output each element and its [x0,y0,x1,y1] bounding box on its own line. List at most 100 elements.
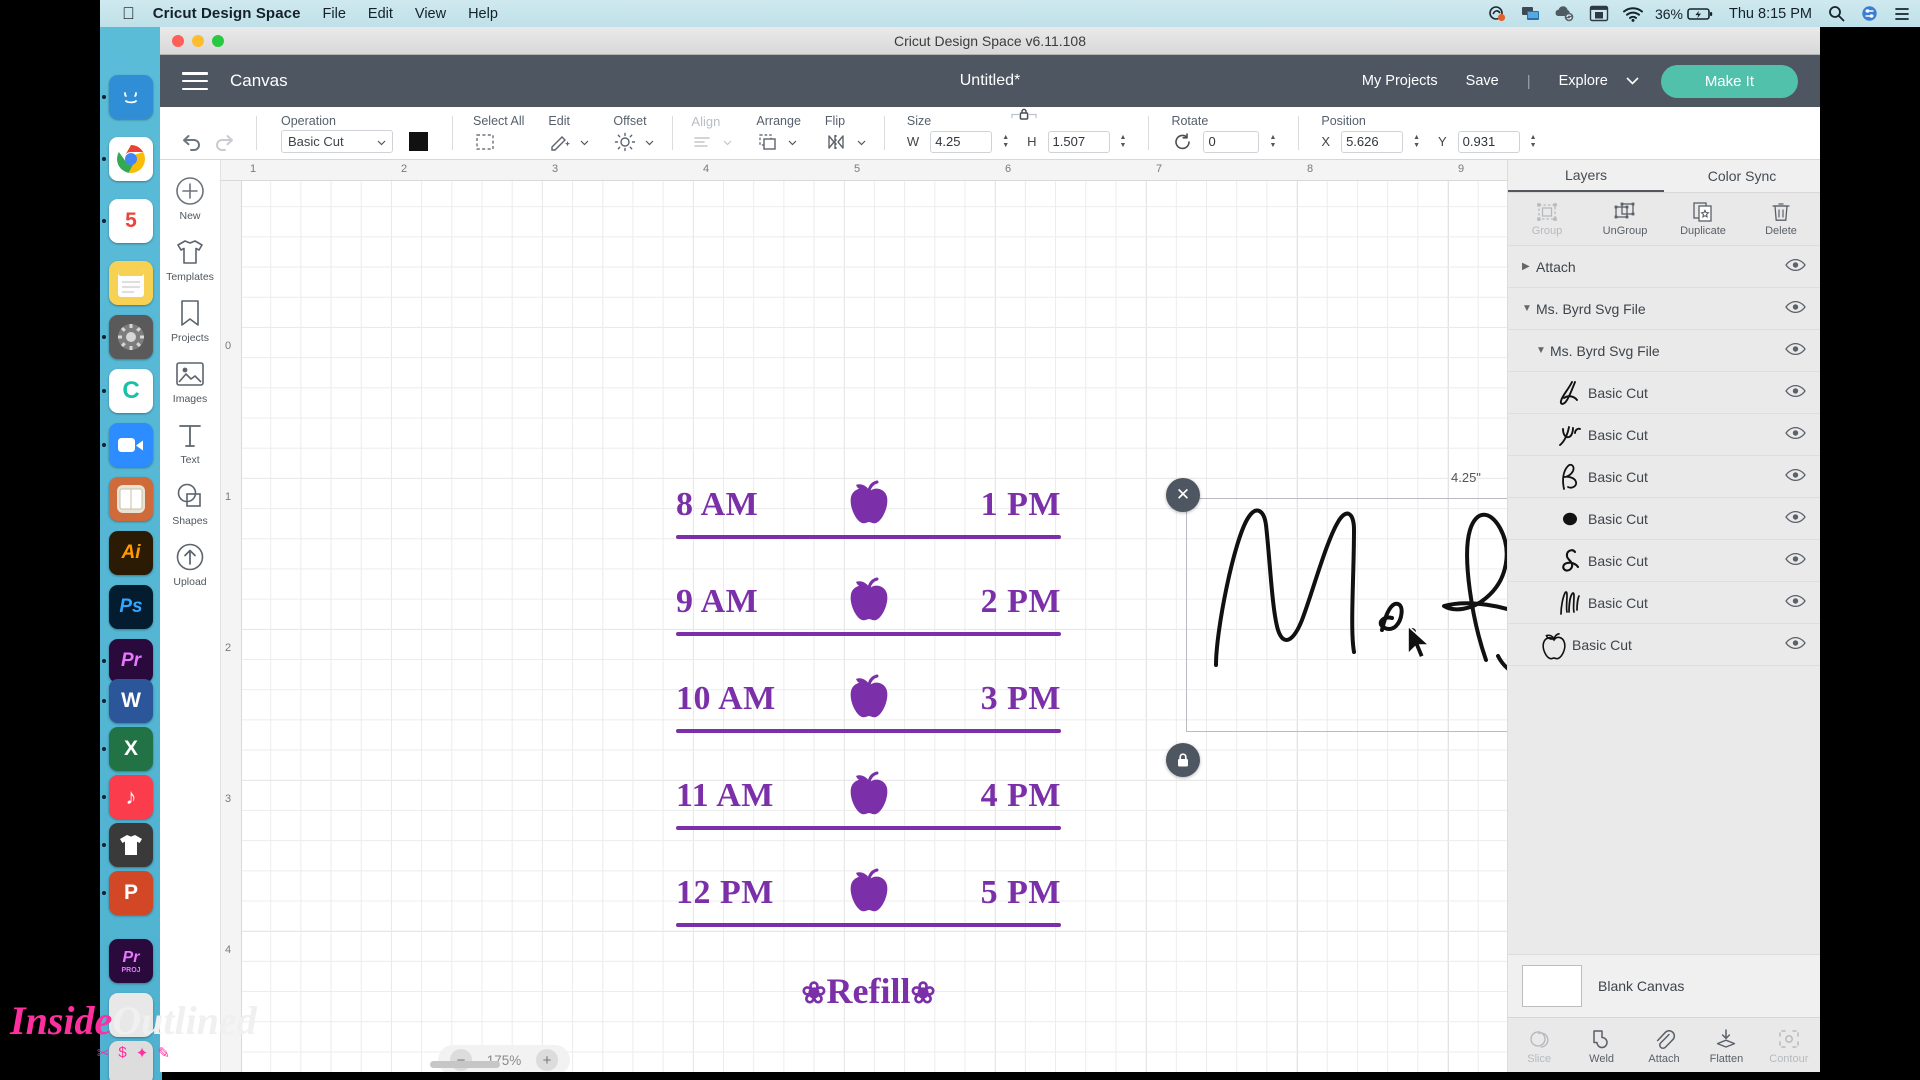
machine-selector[interactable]: Explore [1559,73,1639,89]
dock-music-icon[interactable]: ♪ [109,775,153,819]
dock-powerpoint-icon[interactable]: P [109,871,153,915]
save-button[interactable]: Save [1466,73,1499,89]
eye-icon[interactable] [1785,342,1806,359]
menubar-item-view[interactable]: View [415,6,446,22]
eye-icon[interactable] [1785,300,1806,317]
schedule-row[interactable]: 9 AM 2 PM [676,577,1061,674]
layer-row-group[interactable]: ▼ Ms. Byrd Svg File [1508,288,1820,330]
width-stepper[interactable]: ▲ ▼ [1002,134,1009,149]
rotate-input[interactable]: 0 [1203,130,1260,153]
rail-item-text[interactable]: Text [161,418,219,466]
canvas-background-row[interactable]: Blank Canvas [1508,954,1820,1017]
rail-item-images[interactable]: Images [161,357,219,405]
layer-row-subgroup[interactable]: ▼ Ms. Byrd Svg File [1508,330,1820,372]
window-traffic-lights[interactable] [172,35,224,47]
chevron-right-icon[interactable]: ▶ [1522,261,1536,272]
group-button[interactable]: Group [1508,193,1586,245]
rail-item-projects[interactable]: Projects [161,296,219,344]
color-swatch[interactable] [409,132,428,151]
dock-finder-icon[interactable] [109,75,153,119]
pos-y-stepper[interactable]: ▲ ▼ [1530,134,1537,149]
zoom-in-button[interactable]: + [536,1049,558,1071]
attach-button[interactable]: Attach [1633,1018,1695,1072]
dock-premiere-project-icon[interactable]: Pr PROJ [109,939,153,983]
chevron-down-icon[interactable]: ▼ [1536,345,1550,356]
menubar-item-edit[interactable]: Edit [368,6,393,22]
width-input[interactable]: 4.25 [930,130,993,153]
menubar-app-name[interactable]: Cricut Design Space [153,5,301,22]
dock-word-icon[interactable]: W [109,679,153,723]
make-it-button[interactable]: Make It [1660,64,1798,98]
schedule-row[interactable]: 11 AM 4 PM [676,771,1061,868]
dock-settings-icon[interactable] [109,315,153,359]
wifi-icon[interactable] [1622,6,1644,22]
zoom-button[interactable] [212,35,224,47]
eye-icon[interactable] [1785,510,1806,527]
pos-x-stepper[interactable]: ▲ ▼ [1413,134,1420,149]
pos-x-input[interactable]: 5.626 [1341,130,1404,153]
schedule-row[interactable]: 8 AM 1 PM [676,480,1061,577]
undo-icon[interactable] [178,129,204,155]
rail-item-upload[interactable]: Upload [161,540,219,588]
control-center-icon[interactable] [1861,5,1878,22]
arrange-icon[interactable] [756,131,780,153]
lock-icon[interactable] [1007,105,1041,128]
layer-row[interactable]: Basic Cut [1508,582,1820,624]
blank-canvas-thumbnail[interactable] [1522,965,1582,1007]
chevron-down-icon[interactable] [645,133,654,151]
dock-notes-icon[interactable] [109,261,153,305]
eye-icon[interactable] [1785,384,1806,401]
flatten-button[interactable]: Flatten [1695,1018,1757,1072]
eye-icon[interactable] [1785,258,1806,275]
dock-calendar-icon[interactable]: 5 [109,199,153,243]
dock-excel-icon[interactable]: X [109,727,153,771]
dock-premiere-icon[interactable]: Pr [109,639,153,683]
pos-y-input[interactable]: 0.931 [1457,130,1520,153]
delete-selection-button[interactable]: ✕ [1166,478,1200,512]
layer-row[interactable]: Basic Cut [1508,372,1820,414]
rotate-stepper[interactable]: ▲ ▼ [1269,134,1276,149]
dock-tshirt-icon[interactable] [109,823,153,867]
minimize-button[interactable] [192,35,204,47]
unlock-selection-button[interactable] [1166,743,1200,777]
rail-item-shapes[interactable]: Shapes [161,479,219,527]
schedule-row[interactable]: 12 PM 5 PM [676,868,1061,965]
dropbox-icon[interactable] [1488,5,1508,22]
hamburger-icon[interactable] [182,72,208,90]
redo-icon[interactable] [212,129,238,155]
dock-app-c-icon[interactable]: C [109,369,153,413]
canvas-label[interactable]: Canvas [230,71,288,91]
slice-button[interactable]: Slice [1508,1018,1570,1072]
my-projects-button[interactable]: My Projects [1362,73,1438,89]
notification-icon[interactable] [1894,6,1910,22]
menubar-item-help[interactable]: Help [468,6,498,22]
height-stepper[interactable]: ▲ ▼ [1120,134,1127,149]
dock-chrome-icon[interactable] [109,137,153,181]
layer-row[interactable]: Basic Cut [1508,540,1820,582]
height-input[interactable]: 1.507 [1047,130,1110,153]
apple-icon[interactable]:  [122,5,135,22]
window-grid-icon[interactable] [1589,5,1609,22]
layer-row[interactable]: Basic Cut [1508,456,1820,498]
search-icon[interactable] [1828,5,1845,22]
edit-icon[interactable] [548,131,572,153]
design-canvas[interactable]: 8 AM 1 PM 9 AM 2 PM 10 AM 3 PM 11 AM 4 P… [221,160,1507,1072]
menubar-item-file[interactable]: File [323,6,346,22]
weld-button[interactable]: Weld [1570,1018,1632,1072]
horizontal-scrollbar[interactable] [430,1061,500,1068]
menubar-clock[interactable]: Thu 8:15 PM [1729,6,1812,22]
flip-icon[interactable] [825,131,849,153]
contour-button[interactable]: Contour [1758,1018,1820,1072]
chevron-down-icon[interactable] [788,133,797,151]
rail-item-templates[interactable]: Templates [161,235,219,283]
tab-layers[interactable]: Layers [1508,160,1664,192]
rotate-icon[interactable] [1171,131,1195,153]
offset-icon[interactable] [613,131,637,153]
eye-icon[interactable] [1785,426,1806,443]
tab-color-sync[interactable]: Color Sync [1664,160,1820,192]
dock-illustrator-icon[interactable]: Ai [109,531,153,575]
duplicate-button[interactable]: Duplicate [1664,193,1742,245]
chevron-down-icon[interactable]: ▼ [1522,303,1536,314]
chevron-down-icon[interactable] [857,133,866,151]
dock-zoom-icon[interactable] [109,423,153,467]
